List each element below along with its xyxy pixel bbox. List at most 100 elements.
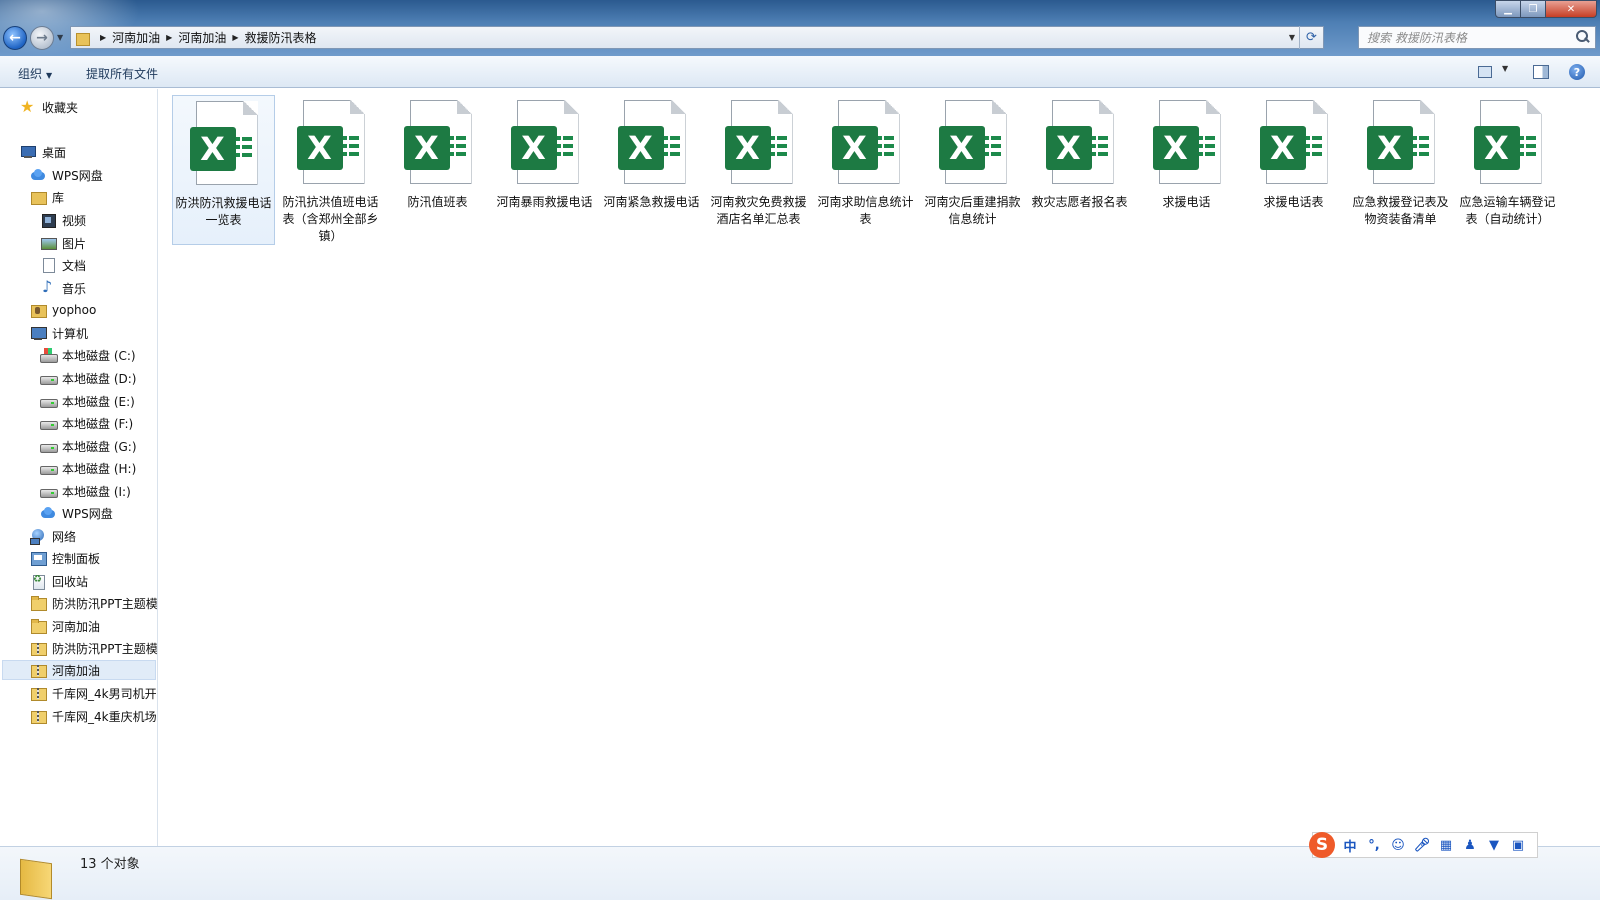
sidebar-item-zip-folder-selected[interactable]: 河南加油 bbox=[2, 660, 156, 680]
sidebar-item-label: 千库网_4k重庆机场: bbox=[52, 709, 158, 724]
picture-icon bbox=[40, 235, 57, 251]
sidebar-item-libraries[interactable]: 库 bbox=[30, 187, 64, 207]
sidebar-item-drive-h[interactable]: 本地磁盘 (H:) bbox=[40, 458, 136, 478]
sidebar-item-documents[interactable]: 文档 bbox=[40, 255, 86, 275]
breadcrumb-chevron-icon[interactable]: ▶ bbox=[166, 33, 172, 42]
drive-icon bbox=[40, 415, 58, 431]
breadcrumb-item[interactable]: 救援防汛表格 bbox=[245, 29, 317, 46]
sidebar-item-label: 库 bbox=[52, 190, 65, 205]
sidebar-item-folder[interactable]: 防洪防汛PPT主题模 bbox=[30, 593, 157, 613]
folder-icon bbox=[30, 595, 47, 611]
sidebar-item-label: 计算机 bbox=[52, 326, 89, 341]
breadcrumb-item[interactable]: 河南加油 bbox=[178, 29, 226, 46]
history-dropdown-icon[interactable]: ▼ bbox=[57, 33, 63, 42]
file-item[interactable]: X 河南救灾免费救援酒店名单汇总表 bbox=[707, 95, 810, 245]
sidebar-item-drive-d[interactable]: 本地磁盘 (D:) bbox=[40, 368, 136, 388]
file-item[interactable]: X 防洪防汛救援电话一览表 bbox=[172, 95, 275, 245]
ime-punctuation-toggle[interactable]: °, bbox=[1365, 838, 1383, 853]
extract-all-button[interactable]: 提取所有文件 bbox=[86, 65, 158, 82]
sidebar-item-network[interactable]: 网络 bbox=[30, 526, 76, 546]
ime-toolbar[interactable]: S 中 °, ☺ 🎤︎ ▦ ♟ ▼ ▣ bbox=[1309, 832, 1538, 858]
organize-label: 组织 bbox=[18, 67, 43, 81]
maximize-button[interactable]: ❐ bbox=[1520, 0, 1546, 18]
command-bar: 组织 ▼ 提取所有文件 ▼ ? bbox=[0, 56, 1600, 88]
file-name: 求援电话 bbox=[1162, 195, 1211, 209]
file-item[interactable]: X 求援电话表 bbox=[1242, 95, 1345, 245]
keyboard-icon[interactable]: ▦ bbox=[1437, 838, 1455, 853]
sidebar-item-zip-folder[interactable]: 千库网_4k男司机开: bbox=[30, 683, 157, 703]
sidebar-item-recycle-bin[interactable]: 回收站 bbox=[30, 571, 88, 591]
sidebar-item-desktop[interactable]: 桌面 bbox=[20, 142, 66, 162]
sidebar-item-label: yophoo bbox=[52, 303, 97, 317]
sidebar-item-drive-e[interactable]: 本地磁盘 (E:) bbox=[40, 391, 135, 411]
breadcrumb-item[interactable]: 河南加油 bbox=[112, 29, 160, 46]
file-item[interactable]: X 救灾志愿者报名表 bbox=[1028, 95, 1131, 245]
skin-icon[interactable]: ▼ bbox=[1485, 838, 1503, 853]
sidebar-item-label: 河南加油 bbox=[52, 619, 101, 634]
sidebar-item-pictures[interactable]: 图片 bbox=[40, 233, 86, 253]
sidebar-item-drive-g[interactable]: 本地磁盘 (G:) bbox=[40, 436, 137, 456]
microphone-icon[interactable]: 🎤︎ bbox=[1413, 838, 1431, 853]
file-item[interactable]: X 防汛值班表 bbox=[386, 95, 489, 245]
search-box[interactable] bbox=[1358, 26, 1596, 49]
drive-icon bbox=[40, 370, 58, 386]
organize-button[interactable]: 组织 ▼ bbox=[18, 65, 52, 82]
file-item[interactable]: X 河南暴雨救援电话 bbox=[493, 95, 596, 245]
file-item[interactable]: X 河南灾后重建捐款信息统计 bbox=[921, 95, 1024, 245]
preview-pane-icon[interactable] bbox=[1533, 65, 1549, 79]
sidebar-item-wps-cloud-2[interactable]: WPS网盘 bbox=[40, 503, 113, 523]
file-item[interactable]: X 应急运输车辆登记表（自动统计） bbox=[1456, 95, 1559, 245]
forward-button[interactable]: → bbox=[30, 26, 54, 50]
back-arrow-icon: ← bbox=[9, 30, 21, 46]
sogou-logo-icon[interactable]: S bbox=[1309, 832, 1335, 858]
toolbox-icon[interactable]: ▣ bbox=[1509, 838, 1527, 853]
help-icon[interactable]: ? bbox=[1569, 64, 1585, 80]
minimize-button[interactable]: ▁ bbox=[1495, 0, 1521, 18]
sidebar-item-zip-folder[interactable]: 千库网_4k重庆机场: bbox=[30, 706, 158, 726]
ime-mode-toggle[interactable]: 中 bbox=[1341, 836, 1359, 855]
star-icon bbox=[20, 97, 36, 116]
navigation-pane[interactable]: 收藏夹 桌面 WPS网盘 库 视频 图片 文档 音乐 yophoo 计算机 本地… bbox=[0, 89, 158, 846]
file-name: 河南求助信息统计表 bbox=[817, 195, 914, 226]
sidebar-item-user[interactable]: yophoo bbox=[30, 300, 96, 320]
refresh-icon[interactable]: ⟳ bbox=[1299, 26, 1323, 49]
close-button[interactable]: ✕ bbox=[1545, 0, 1597, 18]
breadcrumb-chevron-icon[interactable]: ▶ bbox=[232, 33, 238, 42]
sidebar-item-drive-c[interactable]: 本地磁盘 (C:) bbox=[40, 345, 136, 365]
sidebar-item-wps-cloud[interactable]: WPS网盘 bbox=[30, 165, 103, 185]
sidebar-item-drive-f[interactable]: 本地磁盘 (F:) bbox=[40, 413, 133, 433]
file-item[interactable]: X 河南紧急救援电话 bbox=[600, 95, 703, 245]
file-item[interactable]: X 求援电话 bbox=[1135, 95, 1238, 245]
view-options-icon[interactable] bbox=[1478, 66, 1492, 78]
sidebar-item-zip-folder[interactable]: 防洪防汛PPT主题模 bbox=[30, 638, 158, 658]
document-icon bbox=[40, 257, 56, 273]
file-item[interactable]: X 河南求助信息统计表 bbox=[814, 95, 917, 245]
emoji-icon[interactable]: ☺ bbox=[1389, 838, 1407, 853]
sidebar-item-control-panel[interactable]: 控制面板 bbox=[30, 548, 100, 568]
sidebar-item-label: 图片 bbox=[62, 236, 87, 251]
sidebar-item-label: 本地磁盘 (I:) bbox=[62, 484, 131, 499]
search-input[interactable] bbox=[1367, 30, 1567, 45]
sidebar-item-music[interactable]: 音乐 bbox=[40, 277, 86, 298]
file-item[interactable]: X 防汛抗洪值班电话表（含郑州全部乡镇） bbox=[279, 95, 382, 245]
sidebar-item-videos[interactable]: 视频 bbox=[40, 210, 86, 230]
close-icon: ✕ bbox=[1566, 3, 1576, 15]
file-item[interactable]: X 应急救援登记表及物资装备清单 bbox=[1349, 95, 1452, 245]
sidebar-item-label: 防洪防汛PPT主题模 bbox=[52, 641, 158, 656]
back-button[interactable]: ← bbox=[3, 26, 27, 50]
breadcrumb-chevron-icon[interactable]: ▶ bbox=[100, 33, 106, 42]
sidebar-item-folder[interactable]: 河南加油 bbox=[30, 616, 100, 636]
sidebar-item-drive-i[interactable]: 本地磁盘 (I:) bbox=[40, 481, 131, 501]
sidebar-item-computer[interactable]: 计算机 bbox=[30, 323, 88, 343]
address-dropdown-icon[interactable]: ▼ bbox=[1289, 33, 1295, 42]
file-list[interactable]: X 防洪防汛救援电话一览表 X 防汛抗洪值班电话表（含郑州全部乡镇） X 防汛值班表 X 河南… bbox=[159, 89, 1600, 846]
user-icon[interactable]: ♟ bbox=[1461, 838, 1479, 853]
excel-file-icon: X bbox=[182, 101, 266, 189]
system-drive-icon bbox=[40, 347, 58, 363]
sidebar-item-label: 文档 bbox=[62, 258, 87, 273]
zip-folder-icon bbox=[30, 685, 47, 701]
search-icon[interactable] bbox=[1576, 30, 1590, 44]
address-bar[interactable]: ▶ 河南加油 ▶ 河南加油 ▶ 救援防汛表格 ▼ ⟳ bbox=[70, 26, 1324, 49]
view-dropdown-icon[interactable]: ▼ bbox=[1502, 64, 1508, 73]
sidebar-item-favorites[interactable]: 收藏夹 bbox=[20, 97, 78, 117]
